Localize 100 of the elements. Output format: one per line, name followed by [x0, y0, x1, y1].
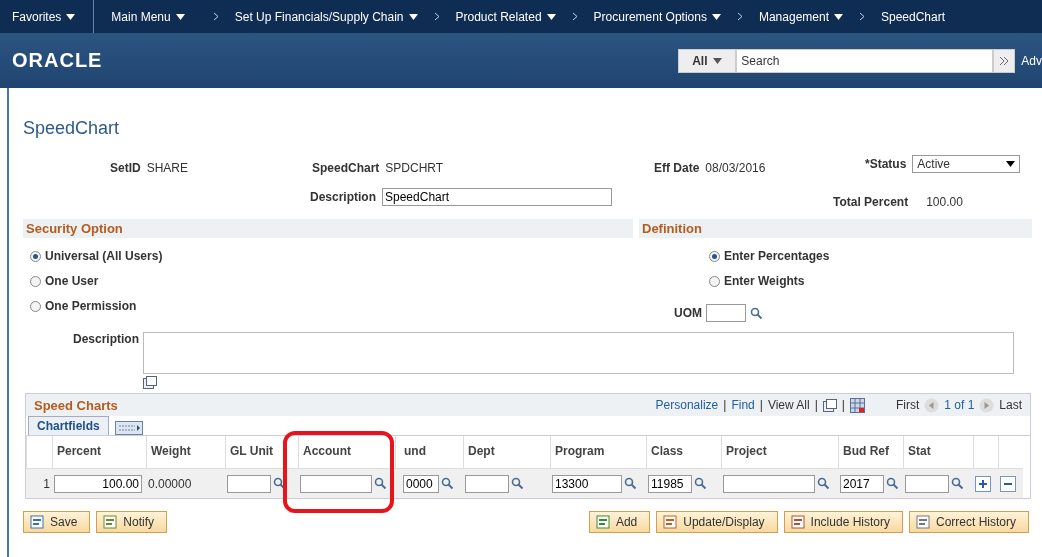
toolbar-button[interactable]: Save	[23, 511, 91, 533]
cell-field[interactable]: 13300	[552, 474, 622, 493]
chevron-icon	[736, 12, 743, 21]
advanced-search-link[interactable]: Adv	[1021, 53, 1042, 68]
cell-field[interactable]	[300, 474, 372, 493]
search-icon[interactable]	[511, 477, 524, 490]
logo: ORACLE	[12, 49, 103, 72]
cell-field[interactable]: 0000	[403, 474, 439, 493]
menu-item[interactable]: Set Up Financials/Supply Chain	[234, 9, 418, 24]
menu-item[interactable]: Procurement Options	[593, 9, 721, 24]
field-label: UOM	[674, 306, 702, 320]
radio-option[interactable]: One User	[30, 274, 633, 288]
show-all-columns-icon[interactable]	[114, 421, 143, 435]
caret-icon	[66, 13, 76, 20]
toolbar-button[interactable]: Include History	[783, 511, 903, 533]
caret-icon	[834, 13, 843, 20]
chevron-icon	[859, 12, 865, 21]
cell-field[interactable]	[227, 474, 271, 493]
separator: |	[723, 398, 727, 412]
double-chevron-icon	[999, 55, 1010, 66]
caret-icon	[1006, 161, 1016, 167]
grid-link[interactable]: Find	[731, 398, 755, 412]
note-icon	[103, 515, 118, 529]
search-icon[interactable]	[886, 477, 899, 490]
caret-icon	[175, 13, 185, 20]
plus-icon	[978, 478, 988, 489]
menu-item[interactable]: Main Menu	[111, 9, 185, 24]
status-select[interactable]: Active	[912, 155, 1021, 173]
menu-item[interactable]: Management	[758, 9, 843, 24]
field-label: Total Percent	[833, 195, 909, 209]
chevron-icon	[571, 12, 578, 21]
grid-title: Speed Charts	[34, 397, 118, 413]
toolbar-button[interactable]: Correct History	[909, 511, 1029, 533]
cell-field[interactable]: 11985	[648, 474, 692, 493]
grid-tab[interactable]: Chartfields	[28, 416, 109, 435]
radio-option[interactable]: Enter Percentages	[709, 249, 1032, 263]
field-label: Eff Date	[654, 161, 700, 175]
chevron-icon	[212, 12, 219, 21]
pager-label[interactable]: Last	[999, 398, 1022, 412]
grid-link[interactable]: View All	[767, 398, 810, 412]
field-value: SHARE	[146, 161, 189, 175]
radio-option[interactable]: Enter Weights	[709, 274, 1032, 288]
search-icon[interactable]	[273, 477, 286, 490]
field-label: SpeedChart	[312, 161, 380, 175]
caret-icon	[711, 13, 721, 20]
grid-link[interactable]: Personalize	[655, 398, 719, 412]
menu-item[interactable]: Favorites	[12, 9, 76, 24]
cell-field[interactable]: 2017	[840, 474, 884, 493]
description-field[interactable]: SpeedChart	[382, 188, 612, 206]
search-icon[interactable]	[374, 477, 387, 490]
cell-field[interactable]	[723, 474, 815, 493]
search-icon[interactable]	[624, 477, 637, 490]
search-field[interactable]: Search	[736, 48, 994, 73]
cell-field[interactable]	[465, 474, 509, 493]
search-icon[interactable]	[951, 477, 964, 490]
field-label: *Status	[865, 157, 907, 171]
minus-icon	[1003, 481, 1013, 486]
menu-item[interactable]: SpeedChart	[881, 9, 946, 24]
cell-field[interactable]	[905, 474, 949, 493]
menu-item[interactable]: Product Related	[455, 9, 556, 24]
search-icon[interactable]	[441, 477, 454, 490]
search-icon[interactable]	[694, 477, 707, 490]
toolbar-button[interactable]: Update/Display	[656, 511, 778, 533]
caret-icon	[546, 13, 556, 20]
add-row-button[interactable]	[975, 475, 991, 492]
zoom-icon[interactable]	[822, 398, 837, 412]
row-number: 1	[43, 476, 50, 491]
chevron-icon	[433, 12, 440, 21]
field-label: Description	[310, 190, 376, 204]
expand-icon[interactable]	[143, 376, 157, 389]
toolbar-button[interactable]: Notify	[96, 511, 168, 533]
radio-option[interactable]: Universal (All Users)	[30, 249, 633, 263]
advanced-search-button[interactable]	[993, 48, 1016, 73]
pager-label[interactable]: First	[895, 398, 920, 412]
previous-icon[interactable]	[924, 397, 940, 413]
spreadsheet-icon[interactable]	[849, 397, 865, 413]
section-header: Definition	[639, 219, 1032, 238]
uom-field[interactable]	[706, 304, 746, 322]
field-label: SetID	[110, 161, 141, 175]
search-icon[interactable]	[817, 477, 830, 490]
pager-count[interactable]: 1 of 1	[944, 398, 975, 412]
separator: |	[759, 398, 763, 412]
field-label: Description	[73, 332, 139, 348]
radio-option[interactable]: One Permission	[30, 299, 633, 313]
table-cell: 0.00000	[148, 476, 192, 491]
next-icon[interactable]	[979, 397, 995, 413]
field-value: 100.00	[926, 195, 963, 209]
delete-row-button[interactable]	[1000, 475, 1016, 492]
search-scope-select[interactable]: All	[678, 48, 737, 73]
cell-field[interactable]: 100.00	[54, 474, 142, 493]
field-value: SPDCHRT	[385, 161, 444, 175]
section-header: Security Option	[23, 219, 633, 238]
page-title: SpeedChart	[23, 118, 121, 139]
separator: |	[814, 398, 818, 412]
caret-icon	[713, 57, 723, 64]
caret-icon	[408, 13, 418, 20]
toolbar-button[interactable]: Add	[588, 511, 651, 533]
separator: |	[841, 398, 845, 412]
field-value: 08/03/2016	[705, 161, 766, 175]
search-icon[interactable]	[750, 306, 763, 320]
